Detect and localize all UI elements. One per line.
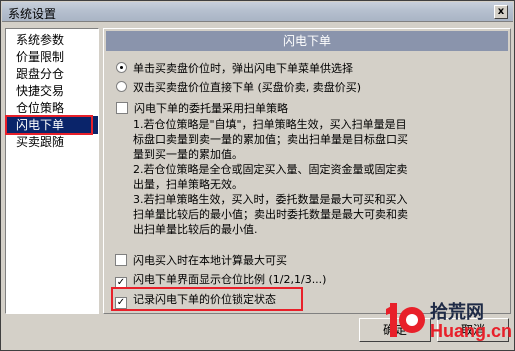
close-button[interactable]: x <box>494 5 508 19</box>
description-line-2: 2.若仓位策略是全仓或固定买入量、固定资金量或固定卖出量，扫单策略无效。 <box>133 163 408 191</box>
description-line-1: 1.若仓位策略是"自填"，扫单策略生效，买入扫单量是目标盘口卖量到卖一量的累加值… <box>133 118 408 161</box>
title-bar[interactable]: 系统设置 x <box>2 2 513 22</box>
checkbox-scan-strategy[interactable]: 闪电下单的委托量采用扫单策略 <box>116 101 288 117</box>
highlight-box-nav <box>5 115 93 135</box>
radio-single-click-label: 单击买卖盘价位时，弹出闪电下单菜单供选择 <box>133 62 353 75</box>
panel-header: 闪电下单 <box>106 31 508 51</box>
checkbox-scan-strategy-label: 闪电下单的委托量采用扫单策略 <box>134 102 288 115</box>
checkbox-unchecked-icon <box>116 102 128 114</box>
radio-unchecked-icon <box>116 81 127 92</box>
checkbox-local-max-buy[interactable]: 闪电买入时在本地计算最大可买 <box>115 253 287 269</box>
strategy-description: 1.若仓位策略是"自填"，扫单策略生效，买入扫单量是目标盘口卖量到卖一量的累加值… <box>133 117 411 237</box>
nav-item-system-params[interactable]: 系统参数 <box>6 31 98 49</box>
radio-checked-icon <box>116 62 127 73</box>
cancel-button[interactable]: 取消 <box>437 318 509 342</box>
nav-item-follow-split[interactable]: 跟盘分仓 <box>6 65 98 83</box>
window-title: 系统设置 <box>8 7 57 21</box>
checkbox-local-max-buy-label: 闪电买入时在本地计算最大可买 <box>133 254 287 267</box>
checkbox-show-position-ratio-label: 闪电下单界面显示仓位比例 (1/2,1/3...) <box>133 273 327 286</box>
ok-button[interactable]: 确定 <box>359 318 431 342</box>
description-line-3: 3.若扫单策略生效，买入时，委托数量是最大可买和买入扫单量比较后的最小值；卖出时… <box>133 193 408 236</box>
highlight-box-lock-state <box>111 287 303 311</box>
radio-double-click[interactable]: 双击买卖盘价位直接下单 (买盘价卖, 卖盘价买) <box>116 80 361 96</box>
radio-double-click-label: 双击买卖盘价位直接下单 (买盘价卖, 卖盘价买) <box>133 81 362 94</box>
settings-dialog: 系统设置 x 系统参数 价量限制 跟盘分仓 快捷交易 仓位策略 闪电下单 买卖跟… <box>0 0 515 351</box>
nav-item-price-volume-limit[interactable]: 价量限制 <box>6 48 98 66</box>
nav-item-trade-follow[interactable]: 买卖跟随 <box>6 133 98 151</box>
checkbox-show-position-ratio[interactable]: ✓ 闪电下单界面显示仓位比例 (1/2,1/3...) <box>115 272 327 289</box>
checkbox-unchecked-icon <box>115 254 127 266</box>
radio-single-click[interactable]: 单击买卖盘价位时，弹出闪电下单菜单供选择 <box>116 61 353 77</box>
settings-nav: 系统参数 价量限制 跟盘分仓 快捷交易 仓位策略 闪电下单 买卖跟随 <box>5 28 99 314</box>
nav-item-quick-trade[interactable]: 快捷交易 <box>6 82 98 100</box>
